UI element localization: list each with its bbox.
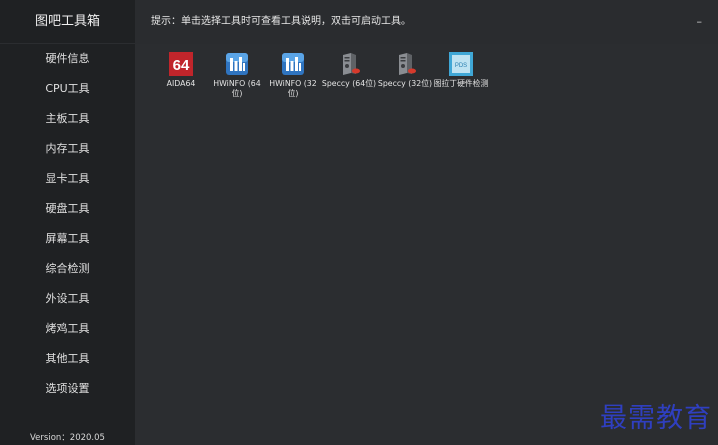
aida64-icon-text: 64 [173,57,190,74]
sidebar-item-motherboard-tools[interactable]: 主板工具 [0,104,135,134]
hint-text: 提示：单击选择工具时可查看工具说明，双击可启动工具。 [151,16,411,27]
sidebar-item-screen-tools[interactable]: 屏幕工具 [0,224,135,254]
tulading-icon: PDS [448,52,474,76]
tool-label: Speccy (32位) [377,79,433,88]
sidebar-item-cpu-tools[interactable]: CPU工具 [0,74,135,104]
tool-speccy-64[interactable]: Speccy (64位) [321,52,377,99]
main-panel: 提示：单击选择工具时可查看工具说明，双击可启动工具。 – 64 AIDA64 H… [135,0,718,445]
tool-hwinfo-32[interactable]: HWiNFO (32位) [265,52,321,99]
sidebar-item-comprehensive-test[interactable]: 综合检测 [0,254,135,284]
tool-grid: 64 AIDA64 HWiNFO (64位) HWiNFO (32位) Spec… [153,52,489,99]
app-title: 图吧工具箱 [0,0,135,44]
sidebar-item-other-tools[interactable]: 其他工具 [0,344,135,374]
speccy-icon [392,52,418,76]
hwinfo-icon [280,52,306,76]
aida64-icon: 64 [168,52,194,76]
version-label: Version：2020.05 [30,433,105,443]
minimize-button[interactable]: – [697,0,703,44]
sidebar-item-disk-tools[interactable]: 硬盘工具 [0,194,135,224]
sidebar: 图吧工具箱 硬件信息 CPU工具 主板工具 内存工具 显卡工具 硬盘工具 屏幕工… [0,0,135,445]
tool-label: Speccy (64位) [321,79,377,88]
tool-label: HWiNFO (64位) [213,79,261,98]
tool-hwinfo-64[interactable]: HWiNFO (64位) [209,52,265,99]
tool-speccy-32[interactable]: Speccy (32位) [377,52,433,99]
sidebar-item-settings[interactable]: 选项设置 [0,374,135,404]
tool-aida64[interactable]: 64 AIDA64 [153,52,209,99]
sidebar-item-memory-tools[interactable]: 内存工具 [0,134,135,164]
tool-label: HWiNFO (32位) [269,79,317,98]
sidebar-nav: 硬件信息 CPU工具 主板工具 内存工具 显卡工具 硬盘工具 屏幕工具 综合检测… [0,44,135,404]
sidebar-item-hardware-info[interactable]: 硬件信息 [0,44,135,74]
sidebar-item-peripheral-tools[interactable]: 外设工具 [0,284,135,314]
tool-label: 图拉丁硬件检测 [433,79,489,88]
sidebar-item-stress-tools[interactable]: 烤鸡工具 [0,314,135,344]
tool-label: AIDA64 [166,79,196,88]
tool-tulading[interactable]: PDS 图拉丁硬件检测 [433,52,489,99]
watermark: 最需教育 [600,403,712,434]
speccy-icon [336,52,362,76]
hint-bar: 提示：单击选择工具时可查看工具说明，双击可启动工具。 – [135,0,718,44]
hwinfo-icon [224,52,250,76]
tulading-icon-text: PDS [455,63,467,69]
sidebar-item-gpu-tools[interactable]: 显卡工具 [0,164,135,194]
